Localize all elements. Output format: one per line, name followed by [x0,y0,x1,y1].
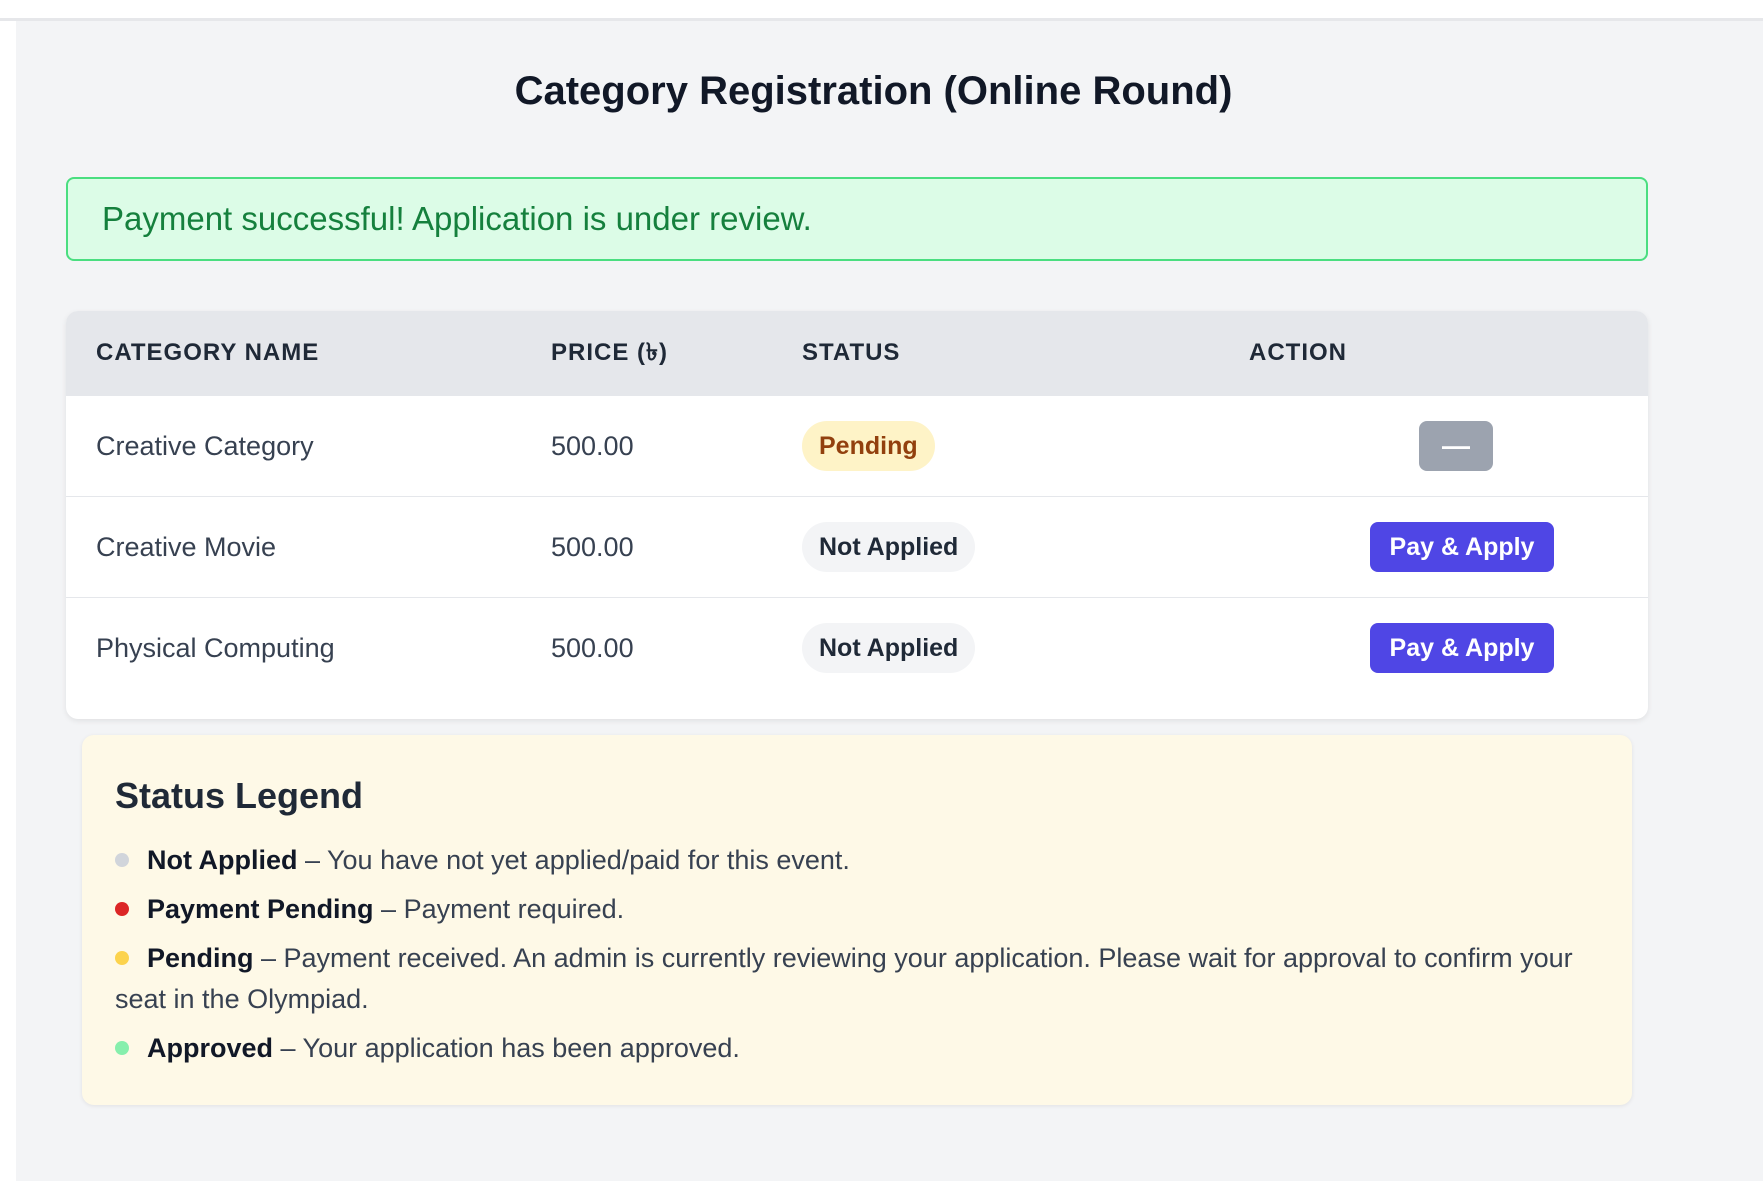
pay-apply-button[interactable]: Pay & Apply [1370,522,1554,572]
status-dot-icon [115,1040,129,1055]
pay-apply-button[interactable]: Pay & Apply [1370,623,1554,673]
status-legend: Status Legend Not Applied – You have not… [82,735,1632,1105]
legend-item-description: – Payment required. [373,894,625,924]
table-row: Physical Computing 500.00 Not Applied Pa… [66,597,1648,698]
category-price: 500.00 [551,532,634,562]
category-name: Creative Movie [96,532,277,562]
legend-item-label: Approved [147,1033,274,1063]
legend-item: Pending – Payment received. An admin is … [115,938,1605,1020]
header-status: STATUS [802,339,901,366]
legend-item: Not Applied – You have not yet applied/p… [115,840,1605,881]
page-title: Category Registration (Online Round) [514,69,1233,113]
table-header: CATEGORY NAME PRICE (৳) STATUS ACTION [66,311,1648,395]
legend-item: Payment Pending – Payment required. [115,889,1605,930]
legend-list: Not Applied – You have not yet applied/p… [115,840,1605,1077]
category-name: Creative Category [96,431,314,461]
table-row: Creative Movie 500.00 Not Applied Pay & … [66,496,1648,597]
category-price: 500.00 [551,633,634,663]
legend-item-description: – You have not yet applied/paid for this… [297,845,850,875]
legend-item-description: – Your application has been approved. [273,1033,740,1063]
status-dot-icon [115,901,129,916]
legend-item-label: Not Applied [147,845,298,875]
legend-title: Status Legend [115,775,364,816]
category-table: CATEGORY NAME PRICE (৳) STATUS ACTION Cr… [66,311,1648,719]
legend-item-label: Payment Pending [147,894,374,924]
legend-item-description: – Payment received. An admin is currentl… [115,943,1573,1014]
page-container: Category Registration (Online Round) Pay… [16,21,1763,1181]
header-category-name: CATEGORY NAME [96,339,320,366]
status-badge: Not Applied [802,623,976,673]
header-action: ACTION [1249,339,1347,366]
header-price: PRICE (৳) [551,339,668,366]
status-badge: Not Applied [802,522,976,572]
table-row: Creative Category 500.00 Pending — [66,395,1648,496]
legend-item-label: Pending [147,943,254,973]
success-alert: Payment successful! Application is under… [66,177,1648,261]
disabled-action-button: — [1419,421,1493,471]
status-dot-icon [115,950,129,965]
status-dot-icon [115,852,129,867]
category-price: 500.00 [551,431,634,461]
legend-item: Approved – Your application has been app… [115,1028,1605,1069]
category-name: Physical Computing [96,633,335,663]
status-badge: Pending [802,421,935,471]
